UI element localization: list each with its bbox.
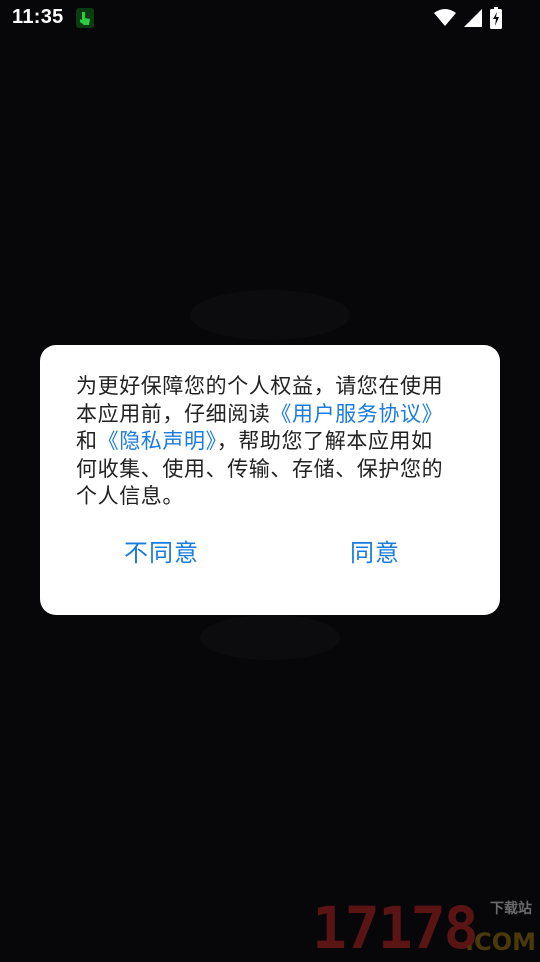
battery-charging-icon — [490, 7, 502, 29]
wifi-icon — [434, 9, 456, 27]
background-faint-shape — [190, 290, 350, 340]
watermark-digits: 17178 — [312, 894, 479, 962]
watermark-domain: .COM — [464, 928, 536, 956]
status-time: 11:35 — [12, 6, 64, 28]
background-faint-shape — [200, 615, 340, 660]
privacy-consent-dialog: 为更好保障您的个人权益，请您在使用本应用前，仔细阅读《用户服务协议》和《隐私声明… — [40, 345, 500, 615]
disagree-button[interactable]: 不同意 — [124, 533, 199, 573]
terms-of-service-link[interactable]: 《用户服务协议》 — [270, 402, 443, 426]
system-icons — [434, 7, 502, 29]
watermark-label: 下载站 — [490, 901, 532, 917]
watermark-logo: 17178 .COM 下载站 — [312, 898, 536, 958]
message-and-text: 和 — [76, 429, 98, 453]
privacy-policy-link[interactable]: 《隐私声明》 — [98, 429, 217, 453]
dialog-actions: 不同意 同意 — [40, 533, 500, 573]
status-bar: 11:35 — [0, 0, 540, 36]
cellular-signal-icon — [464, 9, 482, 27]
dialog-message: 为更好保障您的个人权益，请您在使用本应用前，仔细阅读《用户服务协议》和《隐私声明… — [76, 373, 454, 511]
agree-button[interactable]: 同意 — [350, 533, 400, 573]
notification-app-icon — [76, 8, 94, 28]
